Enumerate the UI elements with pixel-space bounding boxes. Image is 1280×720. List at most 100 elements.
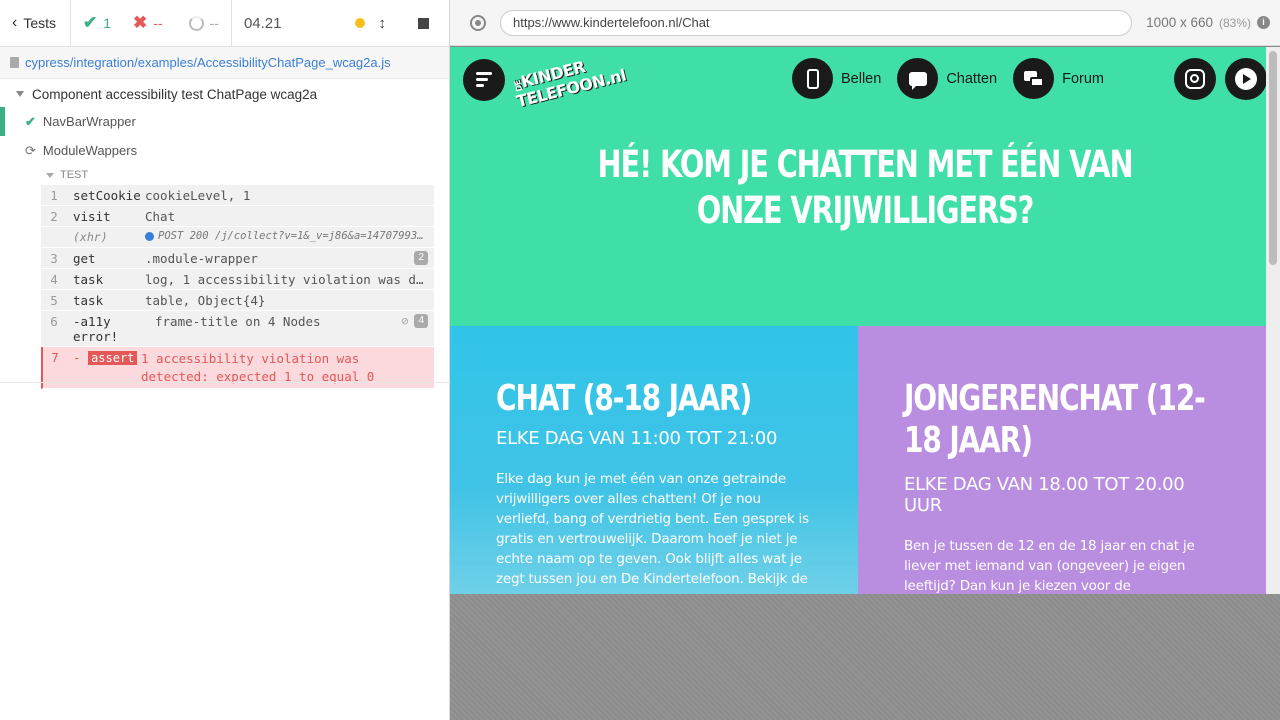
selector-playground-icon[interactable] <box>470 14 486 31</box>
menu-button[interactable] <box>463 58 505 101</box>
phone-icon <box>792 58 833 99</box>
chat-panels: CHAT (8-18 JAAR) ELKE DAG VAN 11:00 TOT … <box>450 326 1280 594</box>
reporter-panel: ‹ Tests ✔ 1 ✖ -- -- 04.21 ↕ cypress/inte… <box>0 0 450 720</box>
caret-down-icon <box>16 91 24 97</box>
nav-chatten[interactable]: Chatten <box>897 58 997 99</box>
aut-panel: https://www.kindertelefoon.nl/Chat 1000 … <box>450 0 1280 720</box>
command-message: table, Object{4} <box>145 293 266 308</box>
tests-back-button[interactable]: ‹ Tests <box>0 0 71 46</box>
youtube-button[interactable] <box>1225 58 1267 100</box>
hero-section: HÉ! KOM JE CHATTEN MET ÉÉN VAN ONZE VRIJ… <box>450 112 1280 326</box>
pending-spinner-icon <box>188 15 204 31</box>
nav-label: Chatten <box>946 70 998 87</box>
nav-forum[interactable]: Forum <box>1013 58 1104 99</box>
command-row[interactable]: 1 setCookie cookieLevel, 1 <box>41 185 434 206</box>
test-title: ModuleWappers <box>42 143 138 158</box>
command-name: get <box>73 251 96 266</box>
forum-icon <box>1013 58 1055 99</box>
spec-path: cypress/integration/examples/Accessibili… <box>0 47 449 79</box>
command-row-a11y-error[interactable]: 6 -a11y error! frame-title on 4 Nodes ⊘ … <box>41 311 434 347</box>
spec-file-link[interactable]: cypress/integration/examples/Accessibili… <box>25 55 391 70</box>
command-number: 1 <box>50 188 58 203</box>
reporter-header: ‹ Tests ✔ 1 ✖ -- -- 04.21 ↕ <box>0 0 449 47</box>
test-section-label: TEST <box>60 169 89 181</box>
command-name: setCookie <box>73 188 141 203</box>
command-number: 4 <box>50 272 58 287</box>
stop-button[interactable] <box>418 17 429 29</box>
auto-scroll-toggle-icon[interactable]: ↕ <box>379 15 387 32</box>
duration-value: 04.21 <box>243 14 282 32</box>
site-navbar: DEKINDER TELEFOON.nl Bellen Chatten Foru… <box>450 47 1280 112</box>
file-icon <box>10 57 19 68</box>
aut-header: https://www.kindertelefoon.nl/Chat 1000 … <box>450 0 1280 46</box>
chat-panel-youth: JONGERENCHAT (12-18 JAAR) ELKE DAG VAN 1… <box>858 326 1266 594</box>
command-number: 7 <box>51 350 59 365</box>
instagram-icon <box>1185 69 1205 89</box>
page-scrollbar[interactable] <box>1266 47 1280 594</box>
chat-panel-kids: CHAT (8-18 JAAR) ELKE DAG VAN 11:00 TOT … <box>450 326 858 594</box>
command-row[interactable]: 4 task log, 1 accessibility violation wa… <box>41 269 434 290</box>
refresh-icon: ⟳ <box>25 142 36 158</box>
running-indicator-icon <box>354 18 365 28</box>
command-row[interactable]: 5 task table, Object{4} <box>41 290 434 311</box>
check-icon: ✔ <box>25 113 36 129</box>
command-number: 5 <box>50 293 58 308</box>
pending-stat: -- <box>169 0 232 46</box>
viewport-size: 1000 x 660 <box>1146 15 1213 30</box>
command-number: 2 <box>50 209 58 224</box>
hero-title: HÉ! KOM JE CHATTEN MET ÉÉN VAN ONZE VRIJ… <box>597 143 1134 232</box>
xhr-status-dot-icon <box>145 231 154 241</box>
command-name: - assert <box>67 350 141 365</box>
cross-icon: ✖ <box>133 13 148 32</box>
site-nav-links: Bellen Chatten Forum <box>792 58 1104 99</box>
header-controls: ↕ <box>354 0 450 46</box>
test-title: NavBarWrapper <box>42 114 136 129</box>
assert-tag: assert <box>88 351 138 365</box>
panel-text: Ben je tussen de 12 en de 18 jaar en cha… <box>904 538 1195 594</box>
command-number: 6 <box>50 314 58 329</box>
site-logo[interactable]: DEKINDER TELEFOON.nl <box>511 50 628 111</box>
panel-title: CHAT (8-18 JAAR) <box>496 378 752 419</box>
command-row[interactable]: 3 get .module-wrapper 2 <box>41 248 434 269</box>
tests-label: Tests <box>23 15 57 31</box>
passed-stat: ✔ 1 <box>71 0 117 46</box>
caret-down-icon <box>46 172 54 178</box>
failed-stat: ✖ -- <box>117 0 169 46</box>
command-number: 3 <box>50 251 58 266</box>
suite-header[interactable]: Component accessibility test ChatPage wc… <box>0 79 449 103</box>
viewport-info: 1000 x 660 (83%) i <box>1146 15 1270 30</box>
element-count-badge: 2 <box>414 251 428 265</box>
command-name: visit <box>73 209 111 224</box>
panel-subtitle: ELKE DAG VAN 18.00 TOT 20.00 UUR <box>904 474 1185 516</box>
eye-off-icon: ⊘ <box>401 314 409 328</box>
xhr-message: POST 200 /j/collect?v=1&_v=j86&a=1470799… <box>158 230 428 242</box>
scrollbar-thumb[interactable] <box>1269 51 1277 265</box>
info-icon[interactable]: i <box>1257 16 1270 29</box>
command-name: task <box>73 293 104 308</box>
command-message: .module-wrapper <box>145 251 258 266</box>
app-frame: DEKINDER TELEFOON.nl Bellen Chatten Foru… <box>450 47 1280 594</box>
test-section-header[interactable]: TEST <box>46 165 434 185</box>
command-row[interactable]: 2 visit Chat <box>41 206 434 227</box>
suite-title: Component accessibility test ChatPage wc… <box>32 86 318 102</box>
url-text: https://www.kindertelefoon.nl/Chat <box>513 15 710 30</box>
command-log: TEST 1 setCookie cookieLevel, 1 2 visit … <box>41 165 434 389</box>
panel-text: Elke dag kun je met één van onze getrain… <box>496 471 809 587</box>
command-name: (xhr) <box>73 230 108 244</box>
viewport-scale: (83%) <box>1218 15 1251 30</box>
test-row-navbarwrapper[interactable]: ✔ NavBarWrapper <box>0 107 449 136</box>
chat-bubble-icon <box>897 58 939 99</box>
nav-bellen[interactable]: Bellen <box>792 58 881 99</box>
command-row-xhr[interactable]: (xhr) POST 200 /j/collect?v=1&_v=j86&a=1… <box>41 227 434 248</box>
command-message: POST 200 /j/collect?v=1&_v=j86&a=1470799… <box>145 230 428 242</box>
failed-count: -- <box>153 15 163 31</box>
youtube-icon <box>1235 68 1257 90</box>
command-name: task <box>73 272 104 287</box>
check-icon: ✔ <box>83 13 98 32</box>
nav-label: Forum <box>1062 70 1105 87</box>
command-message: 1 accessibility violation was detected: … <box>141 351 375 384</box>
command-message: cookieLevel, 1 <box>145 188 251 203</box>
url-bar[interactable]: https://www.kindertelefoon.nl/Chat <box>500 9 1133 36</box>
instagram-button[interactable] <box>1174 58 1216 100</box>
test-row-modulewappers[interactable]: ⟳ ModuleWappers <box>0 136 449 165</box>
